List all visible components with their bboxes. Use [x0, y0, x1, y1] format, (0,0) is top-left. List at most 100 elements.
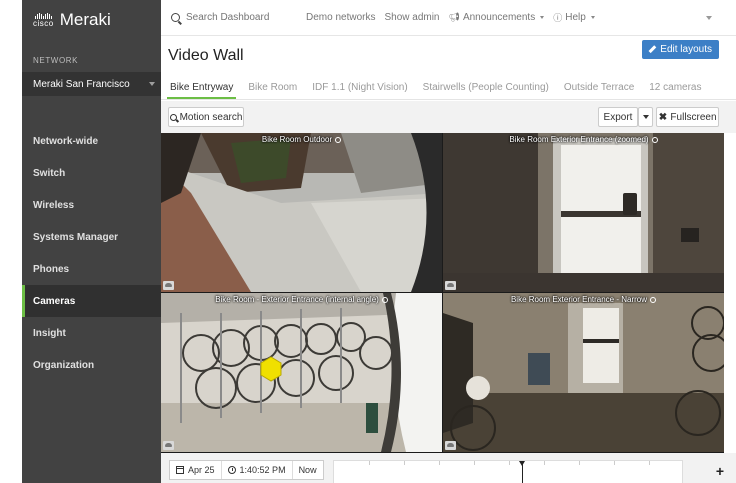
now-label: Now [298, 465, 317, 475]
show-admin-link[interactable]: Show admin [384, 12, 439, 23]
announcements-menu[interactable]: 📢︎ Announcements [449, 12, 545, 23]
export-button[interactable]: Export [598, 107, 638, 127]
cisco-bars-icon [34, 12, 52, 19]
pencil-icon [649, 46, 656, 53]
fullscreen-label: Fullscreen [670, 111, 717, 123]
zoom-in-icon[interactable]: + [716, 463, 724, 479]
timeline-tick [509, 461, 510, 465]
camera-title-text: Bike Room - Exterior Entrance (internal … [215, 295, 379, 304]
search-icon [171, 13, 180, 22]
cisco-wordmark: cisco [33, 18, 54, 28]
clock-icon [227, 466, 236, 474]
camera-tile[interactable]: Bike Room Exterior Entrance (zoomed) [443, 133, 724, 292]
show-admin-label: Show admin [384, 12, 440, 23]
camera-title: Bike Room - Exterior Entrance (internal … [161, 295, 442, 304]
timeline-tick [369, 461, 370, 465]
search-input[interactable] [186, 12, 296, 23]
cloud-archive-icon [445, 441, 456, 450]
sidebar-item-network-wide[interactable]: Network-wide [22, 125, 161, 157]
camera-tile[interactable]: Bike Room Exterior Entrance - Narrow [443, 293, 724, 452]
camera-feed-image [161, 293, 442, 452]
timeline-tick [544, 461, 545, 465]
camera-feed-image [443, 293, 724, 452]
search-icon [169, 113, 177, 121]
chevron-down-icon [149, 82, 155, 86]
announcements-label: Announcements [462, 12, 536, 23]
tab-bike-room[interactable]: Bike Room [245, 82, 300, 99]
date-value: Apr 25 [188, 465, 215, 475]
camera-title: Bike Room Exterior Entrance - Narrow [443, 295, 724, 304]
demo-networks-link[interactable]: Demo networks [306, 12, 375, 23]
date-time-picker: Apr 25 1:40:52 PM Now [169, 460, 324, 480]
network-name: Meraki San Francisco [33, 78, 130, 90]
camera-tile[interactable]: Bike Room Outdoor [161, 133, 442, 292]
export-label: Export [603, 111, 633, 123]
sidebar-item-switch[interactable]: Switch [22, 157, 161, 189]
timeline-tick [579, 461, 580, 465]
timeline-playhead[interactable] [519, 461, 525, 483]
motion-search-button[interactable]: Motion search [168, 107, 244, 127]
gear-icon[interactable] [650, 296, 657, 303]
video-toolbar: Motion search Export ✖︎ Fullscreen [161, 101, 736, 133]
tab-outside-terrace[interactable]: Outside Terrace [561, 82, 637, 99]
camera-title: Bike Room Outdoor [161, 135, 442, 144]
now-button[interactable]: Now [291, 461, 323, 479]
cloud-archive-icon [163, 281, 174, 290]
network-selector[interactable]: Meraki San Francisco [22, 72, 161, 96]
brand-logo[interactable]: cisco Meraki [22, 0, 161, 40]
cisco-logo: cisco [33, 12, 54, 28]
help-label: Help [565, 12, 586, 23]
export-dropdown-button[interactable] [638, 107, 653, 127]
gear-icon[interactable] [335, 136, 342, 143]
tab-idf-night-vision[interactable]: IDF 1.1 (Night Vision) [309, 82, 410, 99]
chevron-down-icon [642, 115, 649, 119]
sidebar-item-systems-manager[interactable]: Systems Manager [22, 221, 161, 253]
tab-bike-entryway[interactable]: Bike Entryway [167, 82, 237, 99]
demo-networks-label: Demo networks [306, 12, 376, 23]
chevron-down-icon [540, 16, 545, 19]
sidebar: cisco Meraki NETWORK Meraki San Francisc… [22, 0, 161, 483]
camera-feed-image [161, 133, 442, 292]
motion-search-label: Motion search [179, 111, 243, 123]
camera-feed-image [443, 133, 724, 292]
video-wall-grid: Bike Room Outdoor Bike Room Exterior Ent… [161, 133, 724, 453]
search-box [161, 12, 303, 23]
sidebar-item-wireless[interactable]: Wireless [22, 189, 161, 221]
camera-title-text: Bike Room Exterior Entrance - Narrow [510, 295, 648, 304]
sidebar-item-organization[interactable]: Organization [22, 349, 161, 381]
help-circle-icon: ⓘ [553, 13, 563, 23]
account-menu-chevron-icon[interactable] [706, 16, 712, 20]
camera-tile[interactable]: Bike Room - Exterior Entrance (internal … [161, 293, 442, 452]
page-title: Video Wall [168, 47, 244, 64]
tab-all-cameras[interactable]: 12 cameras [646, 82, 704, 99]
date-picker[interactable]: Apr 25 [170, 461, 221, 479]
cloud-archive-icon [445, 281, 456, 290]
network-label: NETWORK [33, 56, 79, 65]
timeline-tick [474, 461, 475, 465]
camera-title: Bike Room Exterior Entrance (zoomed) [443, 135, 724, 144]
camera-title-text: Bike Room Exterior Entrance (zoomed) [509, 135, 649, 144]
sidebar-item-insight[interactable]: Insight [22, 317, 161, 349]
fullscreen-button[interactable]: ✖︎ Fullscreen [656, 107, 719, 127]
calendar-icon [176, 466, 184, 474]
time-picker[interactable]: 1:40:52 PM [220, 461, 292, 479]
megaphone-icon: 📢︎ [448, 12, 460, 22]
timeline-tick [404, 461, 405, 465]
gear-icon[interactable] [381, 296, 388, 303]
edit-layouts-button[interactable]: Edit layouts [642, 40, 719, 59]
timeline-bar: Apr 25 1:40:52 PM Now + [161, 453, 736, 483]
help-menu[interactable]: ⓘ Help [553, 11, 595, 24]
top-bar: Demo networks Show admin 📢︎ Announcement… [161, 0, 736, 36]
tab-stairwells[interactable]: Stairwells (People Counting) [420, 82, 552, 99]
gear-icon[interactable] [651, 136, 658, 143]
edit-layouts-label: Edit layouts [660, 44, 712, 55]
sidebar-item-cameras[interactable]: Cameras [22, 285, 161, 317]
product-name: Meraki [59, 10, 111, 29]
camera-title-text: Bike Room Outdoor [261, 135, 333, 144]
timeline-track[interactable] [333, 460, 683, 483]
sidebar-item-phones[interactable]: Phones [22, 253, 161, 285]
expand-icon: ✖︎ [658, 111, 668, 123]
cloud-archive-icon [163, 441, 174, 450]
timeline-tick [649, 461, 650, 465]
time-value: 1:40:52 PM [239, 465, 286, 475]
